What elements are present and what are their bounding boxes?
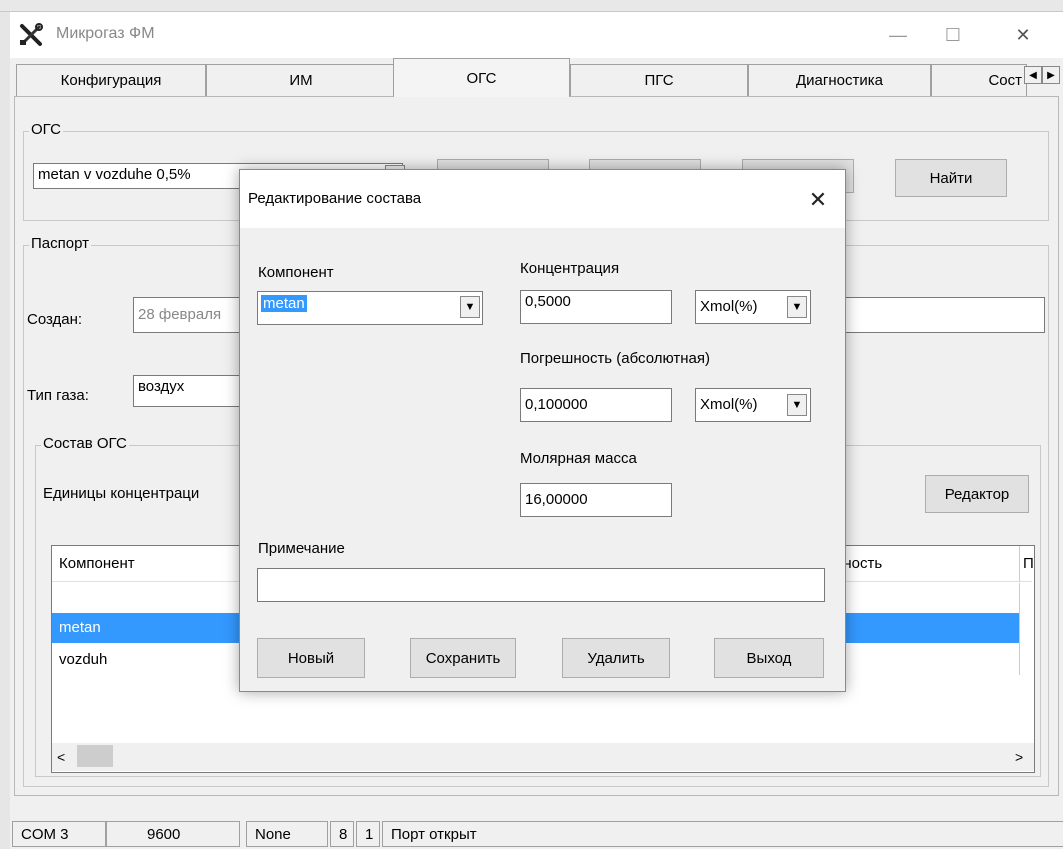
column-header-component[interactable]: Компонент <box>59 555 135 572</box>
gas-type-label: Тип газа: <box>27 387 89 404</box>
row-component-metan: metan <box>59 619 101 636</box>
column-header-extra[interactable]: П <box>1023 555 1034 572</box>
tab-im[interactable]: ИМ <box>206 64 396 96</box>
background-strip-top <box>0 0 1063 12</box>
window-title: Микрогаз ФМ <box>56 25 155 42</box>
created-label: Создан: <box>27 311 83 328</box>
status-message: Порт открыт <box>382 821 1063 847</box>
exit-button[interactable]: Выход <box>714 638 824 678</box>
scroll-left-icon[interactable]: < <box>57 749 65 765</box>
note-field[interactable] <box>257 568 825 602</box>
close-button[interactable]: ✕ <box>1000 12 1046 58</box>
new-button[interactable]: Новый <box>257 638 365 678</box>
tab-pgs[interactable]: ПГС <box>570 64 748 96</box>
component-combo[interactable]: metan <box>257 291 483 325</box>
save-button[interactable]: Сохранить <box>410 638 516 678</box>
dialog-title: Редактирование состава <box>248 190 422 207</box>
scroll-right-icon[interactable]: > <box>1015 749 1023 765</box>
molar-mass-label: Молярная масса <box>520 450 637 467</box>
dialog-title-bar: Редактирование состава ✕ <box>240 170 845 228</box>
edit-composition-dialog: Редактирование состава ✕ Компонент metan… <box>239 169 846 692</box>
dialog-close-icon[interactable]: ✕ <box>800 184 836 216</box>
row-component-vozduh: vozduh <box>59 651 108 668</box>
units-label: Единицы концентраци <box>43 485 200 502</box>
error-field[interactable]: 0,100000 <box>520 388 672 422</box>
concentration-field[interactable]: 0,5000 <box>520 290 672 324</box>
background-strip-left <box>0 12 10 849</box>
status-baud: 9600 <box>106 821 240 847</box>
maximize-button[interactable]: ☐ <box>930 12 976 58</box>
molar-mass-field[interactable]: 16,00000 <box>520 483 672 517</box>
status-data-bits: 8 <box>330 821 354 847</box>
error-label: Погрешность (абсолютная) <box>520 350 711 367</box>
minimize-button[interactable]: — <box>875 12 921 58</box>
tab-ogs[interactable]: ОГС <box>393 58 570 97</box>
tab-strip: Конфигурация ИМ ОГС ПГС Диагностика Сост… <box>10 58 1063 97</box>
title-bar: Микрогаз ФМ — ☐ ✕ <box>10 12 1063 58</box>
status-bar: COM 3 9600 None 8 1 Порт открыт <box>10 817 1063 849</box>
tab-diagnostics[interactable]: Диагностика <box>748 64 931 96</box>
status-parity: None <box>246 821 328 847</box>
horizontal-scrollbar[interactable] <box>52 743 1034 771</box>
tab-state[interactable]: Сост <box>931 64 1027 96</box>
concentration-unit-chevron-down-icon[interactable]: ▼ <box>787 296 807 318</box>
component-label: Компонент <box>258 264 334 281</box>
tools-icon <box>18 23 46 47</box>
editor-button[interactable]: Редактор <box>925 475 1029 513</box>
delete-button[interactable]: Удалить <box>562 638 670 678</box>
composition-group-label: Состав ОГС <box>41 435 129 452</box>
component-chevron-down-icon[interactable]: ▼ <box>460 296 480 318</box>
scrollbar-thumb[interactable] <box>77 745 113 767</box>
passport-group-label: Паспорт <box>29 235 91 252</box>
error-unit-chevron-down-icon[interactable]: ▼ <box>787 394 807 416</box>
tab-scroll-left-icon[interactable]: ◀ <box>1024 66 1042 84</box>
row-divider <box>1019 583 1020 675</box>
status-port: COM 3 <box>12 821 106 847</box>
concentration-label: Концентрация <box>520 260 620 277</box>
tab-scroll-right-icon[interactable]: ▶ <box>1042 66 1060 84</box>
status-stop-bits: 1 <box>356 821 380 847</box>
component-value: metan <box>261 295 307 312</box>
ogs-group-label: ОГС <box>29 121 63 138</box>
column-divider <box>1019 546 1020 582</box>
tab-configuration[interactable]: Конфигурация <box>16 64 206 96</box>
note-label: Примечание <box>258 540 345 557</box>
find-button[interactable]: Найти <box>895 159 1007 197</box>
passport-right-field[interactable] <box>833 297 1045 333</box>
